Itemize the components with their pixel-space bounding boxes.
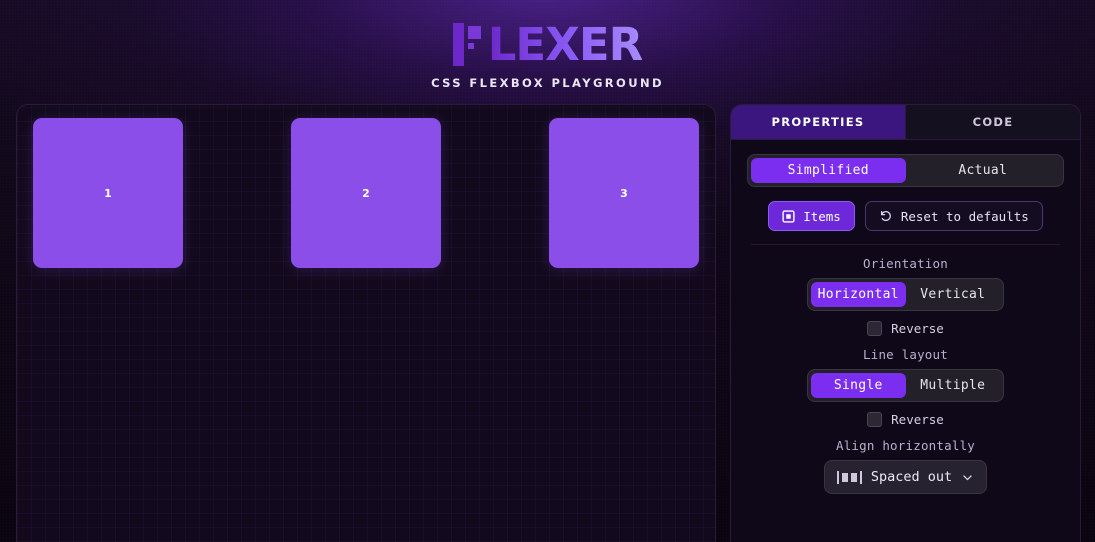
section-orientation-label: Orientation (863, 256, 948, 271)
orientation-option-vertical[interactable]: Vertical (906, 282, 1001, 307)
panel-body: Simplified Actual Items Reset to default… (731, 140, 1080, 542)
mode-option-simplified-label: Simplified (787, 163, 869, 178)
square-in-square-icon (782, 209, 795, 223)
items-button-label: Items (803, 208, 841, 224)
orientation-toggle: Horizontal Vertical (807, 278, 1004, 311)
flex-preview-canvas: 1 2 3 (16, 104, 716, 542)
line-layout-option-single[interactable]: Single (811, 373, 906, 398)
app-root: LEXER CSS FLEXBOX PLAYGROUND 1 2 3 PROPE… (0, 0, 1095, 542)
flex-item-label: 1 (104, 186, 112, 200)
flex-item[interactable]: 1 (33, 118, 183, 268)
reset-to-defaults-label: Reset to defaults (900, 208, 1029, 224)
orientation-option-horizontal[interactable]: Horizontal (811, 282, 906, 307)
flex-item-label: 2 (362, 186, 370, 200)
section-orientation: Orientation Horizontal Vertical Reverse (747, 256, 1064, 336)
tab-properties[interactable]: PROPERTIES (731, 105, 905, 139)
flex-item[interactable]: 2 (291, 118, 441, 268)
line-layout-reverse-row[interactable]: Reverse (867, 412, 944, 427)
align-horizontally-select[interactable]: Spaced out (823, 460, 988, 494)
properties-panel: PROPERTIES CODE Simplified Actual Items … (730, 104, 1081, 542)
section-align-horizontally: Align horizontally Spaced out (747, 438, 1064, 494)
tab-code-label: CODE (972, 115, 1014, 129)
flex-item-label: 3 (620, 186, 628, 200)
items-button[interactable]: Items (768, 201, 855, 231)
chevron-down-icon (961, 471, 974, 484)
flex-item[interactable]: 3 (549, 118, 699, 268)
section-line-layout-label: Line layout (863, 347, 948, 362)
flex-container: 1 2 3 (17, 105, 715, 542)
space-between-icon (836, 470, 862, 484)
logo-text: LEXER (487, 18, 643, 71)
tab-code[interactable]: CODE (905, 105, 1080, 139)
f-mark-icon (452, 23, 487, 66)
mode-option-actual-label: Actual (958, 163, 1008, 178)
mode-option-actual[interactable]: Actual (906, 158, 1061, 183)
line-layout-reverse-checkbox[interactable] (867, 412, 883, 427)
app-logo: LEXER (452, 18, 643, 71)
reset-to-defaults-button[interactable]: Reset to defaults (864, 201, 1043, 231)
panel-divider (751, 244, 1060, 245)
mode-option-simplified[interactable]: Simplified (751, 158, 906, 183)
mode-toggle: Simplified Actual (747, 154, 1064, 187)
app-tagline: CSS FLEXBOX PLAYGROUND (431, 76, 664, 90)
section-line-layout: Line layout Single Multiple Reverse (747, 347, 1064, 427)
panel-actions: Items Reset to defaults (747, 201, 1064, 231)
line-layout-toggle: Single Multiple (807, 369, 1004, 402)
orientation-reverse-checkbox[interactable] (867, 321, 883, 336)
line-layout-option-multiple-label: Multiple (920, 378, 986, 393)
line-layout-reverse-label: Reverse (891, 412, 944, 427)
orientation-reverse-label: Reverse (891, 321, 944, 336)
orientation-option-vertical-label: Vertical (920, 287, 986, 302)
panel-tabs: PROPERTIES CODE (731, 105, 1080, 140)
line-layout-option-single-label: Single (833, 378, 883, 393)
undo-arrow-icon (879, 209, 893, 223)
line-layout-option-multiple[interactable]: Multiple (906, 373, 1001, 398)
align-horizontally-value: Spaced out (870, 469, 953, 485)
app-header: LEXER CSS FLEXBOX PLAYGROUND (0, 0, 1095, 97)
orientation-option-horizontal-label: Horizontal (817, 287, 899, 302)
section-align-horizontally-label: Align horizontally (835, 438, 976, 453)
tab-properties-label: PROPERTIES (771, 115, 865, 129)
orientation-reverse-row[interactable]: Reverse (867, 321, 944, 336)
